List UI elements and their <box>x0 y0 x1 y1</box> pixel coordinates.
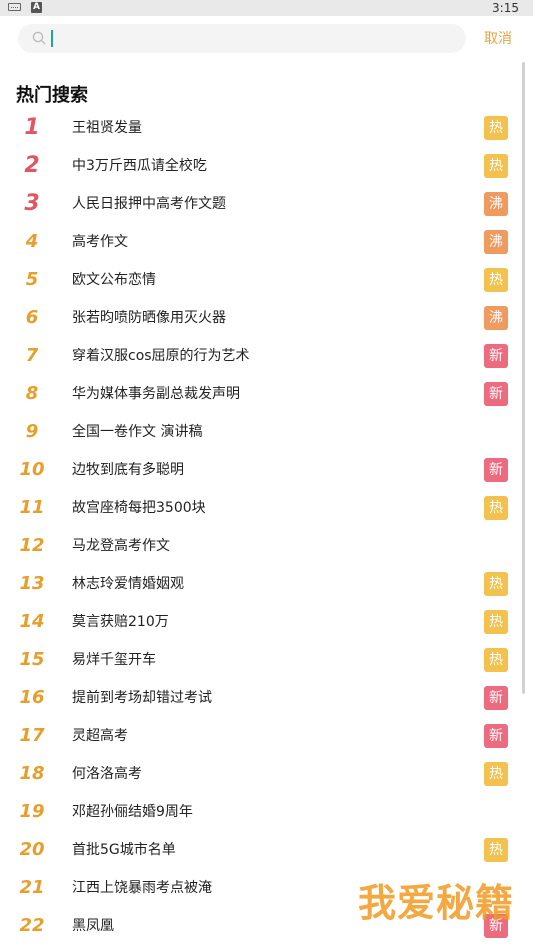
hot-search-title: 全国一卷作文 演讲稿 <box>72 424 203 440</box>
hot-search-title: 莫言获赔210万 <box>72 614 169 630</box>
status-bar: A 3:15 <box>0 0 533 16</box>
status-badge: 沸 <box>484 192 508 216</box>
hot-search-title: 灵超高考 <box>72 728 128 744</box>
hot-search-title: 首批5G城市名单 <box>72 842 176 858</box>
section-title: 热门搜索 <box>16 85 88 106</box>
status-badge: 新 <box>484 344 508 368</box>
hot-search-item[interactable]: 14 莫言获赔210万 热 <box>0 603 524 641</box>
hot-search-item[interactable]: 19 邓超孙俪结婚9周年 <box>0 793 524 831</box>
rank-number: 4 <box>25 231 39 252</box>
rank-number: 10 <box>19 459 45 480</box>
status-badge: 新 <box>484 458 508 482</box>
hot-search-title: 中3万斤西瓜请全校吃 <box>72 158 207 174</box>
rank-number: 1 <box>24 115 40 140</box>
text-cursor <box>51 30 53 47</box>
rank-number: 14 <box>19 611 45 632</box>
rank-number: 16 <box>19 687 45 708</box>
rank-number: 7 <box>25 345 39 366</box>
rank-number: 11 <box>19 497 45 518</box>
hot-search-item[interactable]: 17 灵超高考 新 <box>0 717 524 755</box>
scrollbar[interactable] <box>522 62 525 694</box>
hot-search-item[interactable]: 18 何洛洛高考 热 <box>0 755 524 793</box>
status-badge: 热 <box>484 572 508 596</box>
status-time: 3:15 <box>492 1 519 15</box>
hot-search-item[interactable]: 20 首批5G城市名单 热 <box>0 831 524 869</box>
hot-search-title: 黑凤凰 <box>72 918 114 934</box>
hot-search-item[interactable]: 10 边牧到底有多聪明 新 <box>0 451 524 489</box>
rank-number: 18 <box>19 763 45 784</box>
rank-number: 2 <box>24 153 40 178</box>
status-badge: 热 <box>484 610 508 634</box>
search-icon <box>32 31 46 45</box>
status-badge: 新 <box>484 724 508 748</box>
rank-number: 13 <box>19 573 45 594</box>
rank-number: 19 <box>19 801 45 822</box>
rank-number: 21 <box>19 877 45 898</box>
hot-search-title: 提前到考场却错过考试 <box>72 690 212 706</box>
hot-search-title: 林志玲爱情婚姻观 <box>72 576 184 592</box>
status-badge: 新 <box>484 382 508 406</box>
status-badge: 热 <box>484 268 508 292</box>
rank-number: 22 <box>19 915 45 936</box>
status-badge: 热 <box>484 154 508 178</box>
hot-search-item[interactable]: 15 易烊千玺开车 热 <box>0 641 524 679</box>
hot-search-title: 欧文公布恋情 <box>72 272 156 288</box>
status-badge: 热 <box>484 648 508 672</box>
search-input[interactable] <box>18 24 466 53</box>
rank-number: 12 <box>19 535 45 556</box>
hot-search-item[interactable]: 13 林志玲爱情婚姻观 热 <box>0 565 524 603</box>
hot-search-item[interactable]: 2 中3万斤西瓜请全校吃 热 <box>0 147 524 185</box>
hot-search-item[interactable]: 16 提前到考场却错过考试 新 <box>0 679 524 717</box>
hot-search-title: 易烊千玺开车 <box>72 652 156 668</box>
hot-search-title: 马龙登高考作文 <box>72 538 170 554</box>
rank-number: 15 <box>19 649 45 670</box>
status-badge: 新 <box>484 686 508 710</box>
status-badge: 热 <box>484 762 508 786</box>
rank-number: 20 <box>19 839 45 860</box>
hot-search-item[interactable]: 8 华为媒体事务副总裁发声明 新 <box>0 375 524 413</box>
hot-search-title: 穿着汉服cos屈原的行为艺术 <box>72 348 250 364</box>
keyboard-icon <box>8 3 21 11</box>
hot-search-list: 1 王祖贤发量热 2 中3万斤西瓜请全校吃热 3 人民日报押中高考作文题沸 4 高考作文沸 5 欧… <box>0 109 524 945</box>
status-badge: 热 <box>484 496 508 520</box>
rank-number: 9 <box>25 421 39 442</box>
status-badge: 沸 <box>484 230 508 254</box>
hot-search-item[interactable]: 3 人民日报押中高考作文题 沸 <box>0 185 524 223</box>
status-badge: 沸 <box>484 306 508 330</box>
hot-search-item[interactable]: 11 故宫座椅每把3500块 热 <box>0 489 524 527</box>
rank-number: 6 <box>25 307 39 328</box>
status-badge: 热 <box>484 838 508 862</box>
hot-search-item[interactable]: 5 欧文公布恋情 热 <box>0 261 524 299</box>
input-method-icon: A <box>31 2 42 13</box>
status-badge: 热 <box>484 116 508 140</box>
watermark: 我爱秘籍 <box>358 881 515 925</box>
cancel-button[interactable]: 取消 <box>484 29 512 49</box>
rank-number: 5 <box>25 269 39 290</box>
hot-search-title: 华为媒体事务副总裁发声明 <box>72 386 240 402</box>
hot-search-title: 故宫座椅每把3500块 <box>72 500 206 516</box>
hot-search-title: 高考作文 <box>72 234 128 250</box>
rank-number: 3 <box>24 191 40 216</box>
hot-search-item[interactable]: 12 马龙登高考作文 <box>0 527 524 565</box>
hot-search-item[interactable]: 1 王祖贤发量 热 <box>0 109 524 147</box>
hot-search-title: 邓超孙俪结婚9周年 <box>72 804 193 820</box>
hot-search-title: 边牧到底有多聪明 <box>72 462 184 478</box>
hot-search-item[interactable]: 6 张若昀喷防晒像用灭火器 沸 <box>0 299 524 337</box>
hot-search-title: 何洛洛高考 <box>72 766 142 782</box>
hot-search-title: 江西上饶暴雨考点被淹 <box>72 880 212 896</box>
hot-search-item[interactable]: 9 全国一卷作文 演讲稿 <box>0 413 524 451</box>
hot-search-title: 张若昀喷防晒像用灭火器 <box>72 310 226 326</box>
hot-search-title: 人民日报押中高考作文题 <box>72 196 226 212</box>
rank-number: 17 <box>19 725 45 746</box>
hot-search-item[interactable]: 7 穿着汉服cos屈原的行为艺术 新 <box>0 337 524 375</box>
rank-number: 8 <box>25 383 39 404</box>
hot-search-item[interactable]: 4 高考作文 沸 <box>0 223 524 261</box>
hot-search-title: 王祖贤发量 <box>72 120 142 136</box>
